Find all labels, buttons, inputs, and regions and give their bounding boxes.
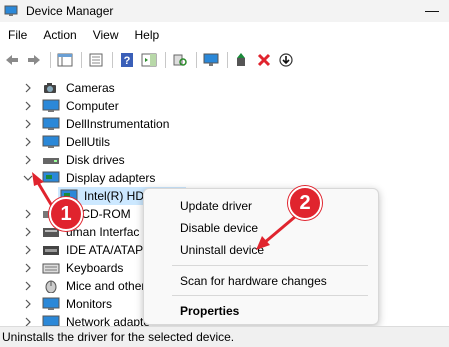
menu-view[interactable]: View <box>85 25 127 45</box>
tree-item-label: DellUtils <box>66 135 111 149</box>
tree-item-dellutils[interactable]: DellUtils <box>22 133 110 151</box>
properties-sheet-icon[interactable] <box>86 50 106 70</box>
chevron-right-icon[interactable] <box>22 280 34 292</box>
annotation-badge-2: 2 <box>288 186 322 220</box>
chevron-right-icon[interactable] <box>22 100 34 112</box>
tree-item-label: Monitors <box>66 297 113 311</box>
tree-item-display-adapters[interactable]: Display adapters <box>22 169 155 187</box>
monitor-icon[interactable] <box>201 50 221 70</box>
chevron-right-icon[interactable] <box>22 316 34 326</box>
tree-item-mice[interactable]: Mice and other <box>22 277 145 295</box>
download-icon[interactable] <box>276 50 296 70</box>
update-driver-icon[interactable] <box>232 50 252 70</box>
monitor-icon <box>42 297 60 311</box>
title-bar: Device Manager — <box>0 0 449 22</box>
tree-item-label: Mice and other <box>66 279 146 293</box>
chevron-right-icon[interactable] <box>22 226 34 238</box>
tree-item-ide-ata-atapi[interactable]: IDE ATA/ATAPI c <box>22 241 156 259</box>
menu-separator <box>172 265 368 266</box>
chevron-right-icon[interactable] <box>22 82 34 94</box>
mouse-icon <box>42 279 60 294</box>
status-bar: Uninstalls the driver for the selected d… <box>0 326 449 347</box>
chevron-right-icon[interactable] <box>22 136 34 148</box>
tree-item-monitors[interactable]: Monitors <box>22 295 112 313</box>
toolbar-separator <box>196 52 197 68</box>
keyboard-icon <box>42 261 60 275</box>
show-hide-tree-icon[interactable] <box>55 50 75 70</box>
tree-item-human-interface[interactable]: uman Interfac <box>22 223 139 241</box>
forward-icon[interactable] <box>24 50 44 70</box>
toolbar-separator <box>81 52 82 68</box>
chevron-right-icon[interactable] <box>22 154 34 166</box>
toolbar: ? <box>0 48 449 72</box>
minimize-button[interactable]: — <box>425 2 439 18</box>
toolbar-separator <box>227 52 228 68</box>
tree-item-label: Disk drives <box>66 153 125 167</box>
window-title: Device Manager <box>26 4 114 18</box>
menu-item-uninstall-device[interactable]: Uninstall device <box>180 243 264 257</box>
back-icon[interactable] <box>2 50 22 70</box>
network-icon <box>42 315 60 326</box>
chevron-right-icon[interactable] <box>22 208 34 220</box>
toolbar-separator <box>50 52 51 68</box>
menu-item-scan-hardware[interactable]: Scan for hardware changes <box>180 274 327 288</box>
action-pane-icon[interactable] <box>139 50 159 70</box>
menu-separator <box>172 295 368 296</box>
tree-item-computer[interactable]: Computer <box>22 97 119 115</box>
display-adapter-icon <box>42 171 60 185</box>
tree-item-label: Computer <box>66 99 119 113</box>
monitor-icon <box>42 117 60 131</box>
tree-item-label: Keyboards <box>66 261 124 275</box>
menu-bar: File Action View Help <box>0 24 449 46</box>
tree-item-label: Cameras <box>66 81 115 95</box>
menu-item-properties[interactable]: Properties <box>180 304 239 318</box>
chevron-right-icon[interactable] <box>22 244 34 256</box>
camera-icon <box>42 81 60 95</box>
tree-item-label: /CD-ROM <box>78 207 131 221</box>
chevron-right-icon[interactable] <box>22 298 34 310</box>
help-icon[interactable]: ? <box>117 50 137 70</box>
disk-drive-icon <box>42 153 60 167</box>
tree-item-cameras[interactable]: Cameras <box>22 79 115 97</box>
toolbar-separator <box>112 52 113 68</box>
tree-item-dellinstrumentation[interactable]: DellInstrumentation <box>22 115 169 133</box>
tree-item-network-adapters[interactable]: Network adapte <box>22 313 150 326</box>
annotation-badge-1: 1 <box>49 197 83 231</box>
device-manager-icon <box>4 5 18 17</box>
chevron-right-icon[interactable] <box>22 262 34 274</box>
tree-item-label: uman Interfac <box>66 225 140 239</box>
uninstall-x-icon[interactable] <box>254 50 274 70</box>
ide-icon <box>42 243 60 257</box>
menu-item-update-driver[interactable]: Update driver <box>180 199 252 213</box>
tree-item-label: Display adapters <box>66 171 156 185</box>
scan-hardware-icon[interactable] <box>170 50 190 70</box>
computer-icon <box>42 99 60 113</box>
chevron-down-icon[interactable] <box>22 172 34 184</box>
status-text: Uninstalls the driver for the selected d… <box>2 330 235 344</box>
tree-item-label: Network adapte <box>66 315 151 326</box>
menu-item-disable-device[interactable]: Disable device <box>180 221 258 235</box>
toolbar-separator <box>165 52 166 68</box>
svg-text:?: ? <box>124 55 131 67</box>
context-menu: Update driver Disable device Uninstall d… <box>143 188 379 325</box>
chevron-right-icon[interactable] <box>22 118 34 130</box>
menu-help[interactable]: Help <box>127 25 168 45</box>
tree-item-keyboards[interactable]: Keyboards <box>22 259 123 277</box>
tree-item-label: DellInstrumentation <box>66 117 170 131</box>
tree-item-disk-drives[interactable]: Disk drives <box>22 151 125 169</box>
menu-file[interactable]: File <box>0 25 35 45</box>
menu-action[interactable]: Action <box>35 25 84 45</box>
monitor-icon <box>42 135 60 149</box>
